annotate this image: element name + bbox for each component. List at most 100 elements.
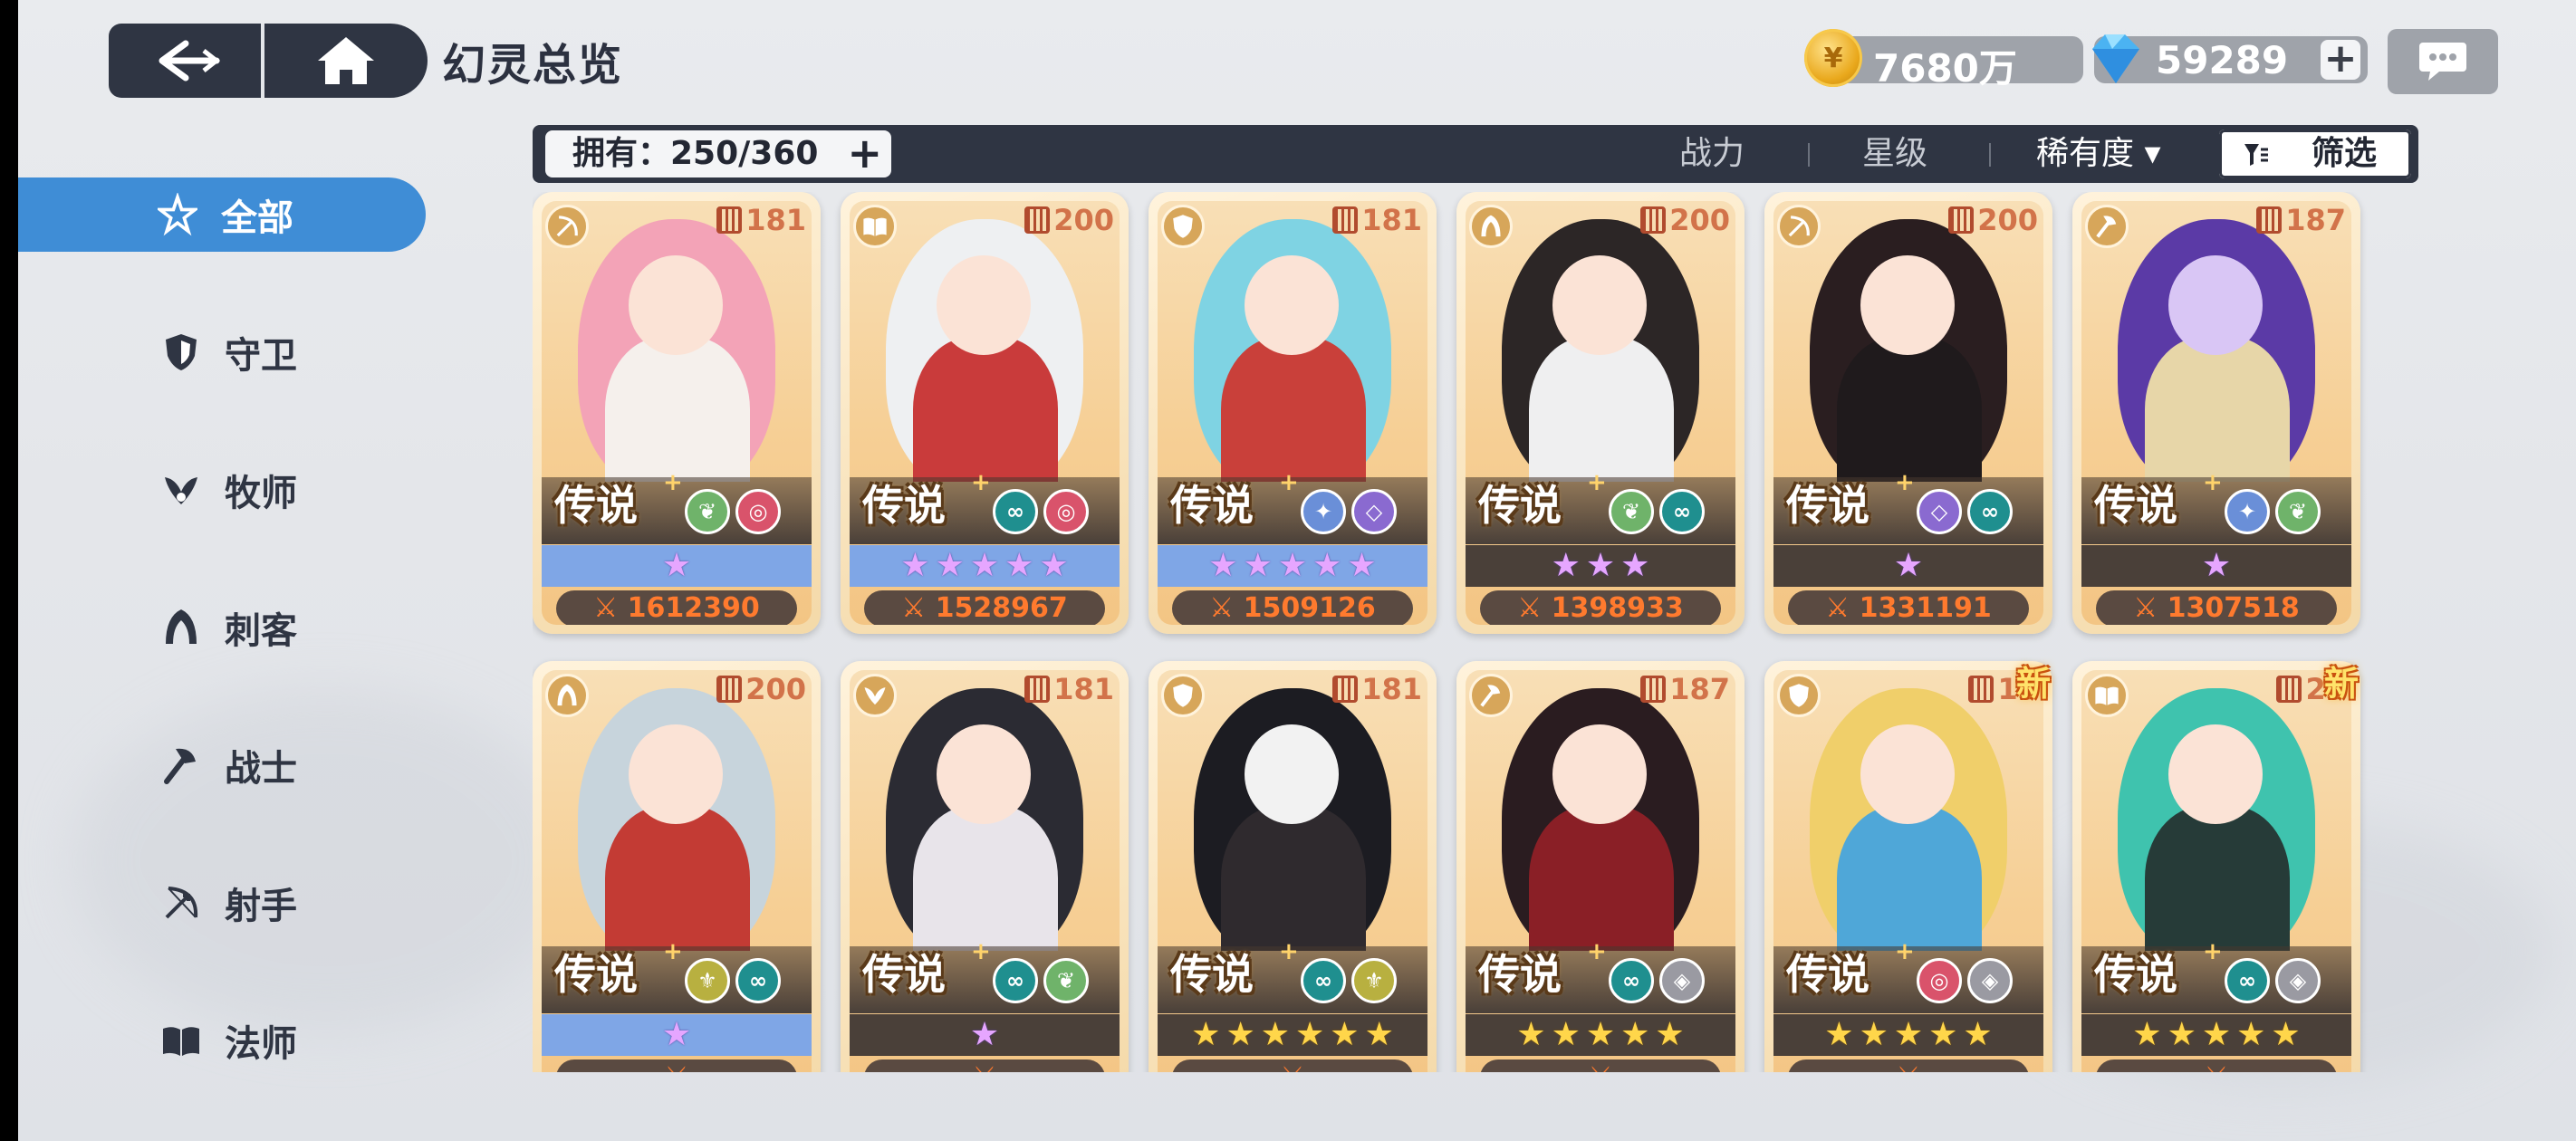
crossed-swords-icon: ⚔ xyxy=(1517,592,1552,624)
star-icon: ★ xyxy=(1585,1016,1616,1053)
rarity-label: 传说 xyxy=(1170,950,1254,999)
rarity-label: 传说 xyxy=(1478,481,1562,530)
character-card[interactable]: 传说 +∞❦ ★ ⚔ 181 xyxy=(841,661,1129,1072)
level-indicator: 181 xyxy=(1332,672,1422,706)
fire-element-icon: ◎ xyxy=(1917,958,1962,1003)
sidebar-item-mage[interactable]: 法师 xyxy=(18,1003,426,1078)
star-icon: ★ xyxy=(1620,547,1650,584)
expand-capacity-icon[interactable]: + xyxy=(847,130,882,176)
sidebar-item-archer[interactable]: 射手 xyxy=(18,866,426,940)
star-icon: ★ xyxy=(2271,1016,2301,1053)
star-icon: ★ xyxy=(1928,1016,1958,1053)
character-card[interactable]: 传说+∞◈★★★★★⚔ 20新 xyxy=(2072,661,2360,1072)
character-card[interactable]: 传说 + ✦ ❦ ★ ⚔ 1307518 187 xyxy=(2072,192,2360,634)
level-bars-icon xyxy=(1968,676,1994,703)
level-indicator: 181 xyxy=(716,203,806,237)
rarity-label: 传说 xyxy=(1478,950,1562,999)
gold-counter: ¥ 7680万 xyxy=(1804,29,2083,91)
character-card[interactable]: 传说+∞⚜★★★★★★⚔ 181 xyxy=(1149,661,1437,1072)
rarity-plus-mark: + xyxy=(971,469,991,496)
add-gem-button[interactable]: + xyxy=(2321,39,2360,80)
dark-element-icon: ◇ xyxy=(1351,489,1397,534)
star-icon: ★ xyxy=(1260,1016,1290,1053)
home-button[interactable] xyxy=(261,24,428,98)
star-icon: ★ xyxy=(2201,1016,2232,1053)
sidebar-item-label: 法师 xyxy=(225,1023,297,1065)
water-element-icon: ∞ xyxy=(1301,958,1346,1003)
level-indicator: 200 xyxy=(1640,203,1730,237)
star-icon: ★ xyxy=(1824,1016,1854,1053)
character-card[interactable]: 传说 + ❦ ∞ ★ ★ ★ ⚔ 1398933 200 xyxy=(1456,192,1745,634)
crossed-swords-icon: ⚔ xyxy=(593,592,628,624)
character-portrait xyxy=(850,201,1120,482)
crossed-swords-icon: ⚔ xyxy=(2133,592,2167,624)
combat-power-value: 1331191 xyxy=(1859,592,1992,624)
level-bars-icon xyxy=(716,206,743,234)
crossed-swords-icon: ⚔ xyxy=(665,1061,689,1072)
star-icon: ★ xyxy=(1039,547,1069,584)
filter-button[interactable]: 筛选 xyxy=(2219,129,2411,178)
level-bars-icon xyxy=(2276,676,2302,703)
character-card[interactable]: 传说 + ❦ ◎ ★ ⚔ 1612390 181 xyxy=(533,192,821,634)
crossed-swords-icon: ⚔ xyxy=(1589,1061,1613,1072)
sidebar-item-warrior[interactable]: 战士 xyxy=(18,728,426,802)
combat-power-value: 1612390 xyxy=(627,592,760,624)
tab-sort-star[interactable]: 星级 xyxy=(1862,125,1927,183)
level-indicator: 200 xyxy=(716,672,806,706)
shield-icon xyxy=(1161,205,1205,248)
sidebar-item-label: 守卫 xyxy=(225,335,297,377)
level-value: 200 xyxy=(1053,203,1114,237)
sidebar-item-label: 牧师 xyxy=(225,473,297,514)
fire-element-icon: ◎ xyxy=(735,489,781,534)
book-icon xyxy=(853,205,897,248)
star-icon: ★ xyxy=(1191,1016,1221,1053)
tab-sort-rarity[interactable]: 稀有度 ▾ xyxy=(2036,125,2161,183)
combat-power: ⚔ xyxy=(864,1060,1105,1072)
neutral-element-icon: ◈ xyxy=(2275,958,2321,1003)
rarity-plus-mark: + xyxy=(1587,469,1607,496)
combat-power: ⚔ 1331191 xyxy=(1788,590,2029,625)
sidebar-item-assassin[interactable]: 刺客 xyxy=(18,590,426,665)
owned-count-box[interactable]: 拥有：250/360 + xyxy=(545,130,891,177)
water-element-icon: ∞ xyxy=(993,489,1038,534)
crossed-swords-icon: ⚔ xyxy=(973,1061,997,1072)
character-card[interactable]: 传说 + ∞ ◎ ★ ★ ★ ★ ★ ⚔ 1528967 200 xyxy=(841,192,1129,634)
home-icon xyxy=(318,37,374,84)
character-card[interactable]: 传说 +⚜∞ ★ ⚔ 200 xyxy=(533,661,821,1072)
level-value: 187 xyxy=(1669,672,1730,706)
chat-button[interactable] xyxy=(2388,29,2498,94)
character-card[interactable]: 传说+∞◈★★★★★⚔ 187 xyxy=(1456,661,1745,1072)
sidebar-item-all[interactable]: 全部 xyxy=(18,177,426,252)
star-icon: ★ xyxy=(1277,547,1308,584)
star-rating: ★ ★ ★ ★ ★ xyxy=(2081,1014,2351,1056)
rarity-plus-mark: + xyxy=(1895,938,1915,965)
star-rating: ★ xyxy=(850,1014,1120,1056)
character-portrait xyxy=(2081,670,2351,951)
axe-icon xyxy=(1469,674,1513,717)
star-rating: ★ ★ ★ ★ ★ xyxy=(850,545,1120,587)
rarity-label: 传说 xyxy=(554,950,638,999)
star-icon: ★ xyxy=(661,547,692,584)
combat-power-value: 1307518 xyxy=(2167,592,2300,624)
filter-label: 筛选 xyxy=(2311,135,2377,172)
tab-sort-power[interactable]: 战力 xyxy=(1679,125,1745,183)
sidebar-item-label: 刺客 xyxy=(225,610,297,652)
gold-amount: 7680万 xyxy=(1873,46,2017,91)
combat-power: ⚔ xyxy=(556,1060,797,1072)
rarity-label: 传说 xyxy=(2094,481,2177,530)
character-card[interactable]: 传说+◎◈★★★★★⚔ 18新 xyxy=(1764,661,2052,1072)
character-portrait xyxy=(1466,670,1735,951)
character-card[interactable]: 传说 + ◇ ∞ ★ ⚔ 1331191 200 xyxy=(1764,192,2052,634)
filter-funnel-icon xyxy=(2244,144,2268,166)
card-frame: 传说 +⚜∞ ★ ⚔ xyxy=(542,670,812,1072)
back-button[interactable] xyxy=(109,24,270,98)
character-card[interactable]: 传说 + ✦ ◇ ★ ★ ★ ★ ★ ⚔ 1509126 181 xyxy=(1149,192,1437,634)
combat-power: ⚔ 1509126 xyxy=(1172,590,1413,625)
sidebar-item-priest[interactable]: 牧师 xyxy=(18,453,426,527)
sidebar-item-guard[interactable]: 守卫 xyxy=(18,315,426,389)
book-icon xyxy=(161,1021,201,1060)
level-bars-icon xyxy=(1948,206,1975,234)
book-icon xyxy=(2085,674,2129,717)
nature-element-icon: ❦ xyxy=(2275,489,2321,534)
rarity-plus-mark: + xyxy=(1279,938,1299,965)
